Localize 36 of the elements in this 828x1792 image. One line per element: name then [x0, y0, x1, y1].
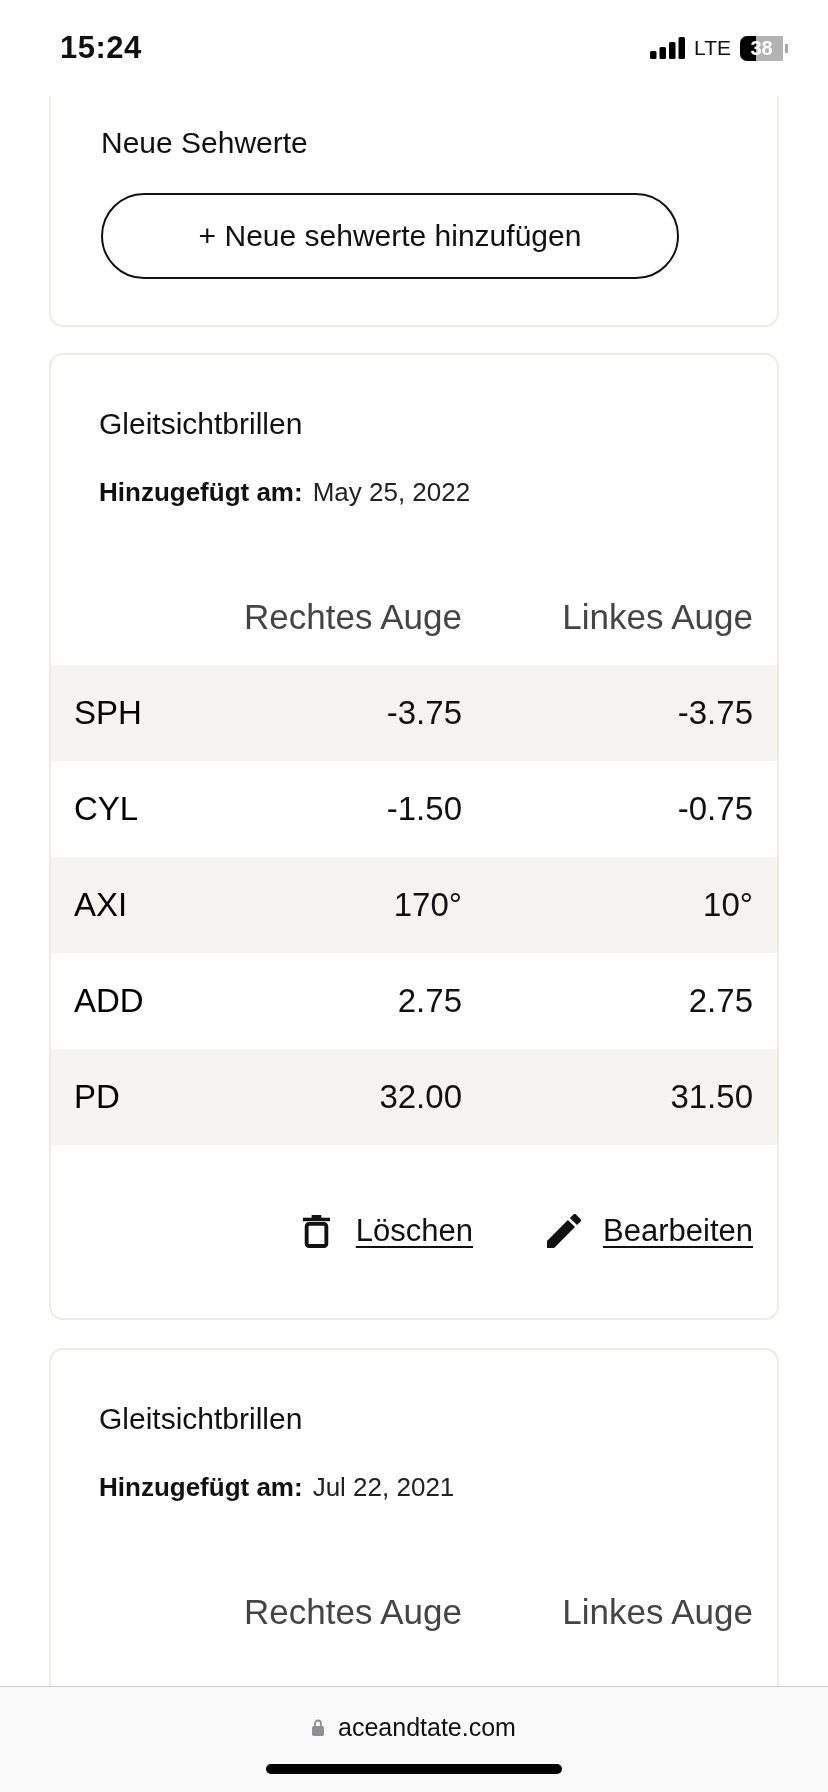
row-label: AXI	[74, 886, 129, 924]
added-label: Hinzugefügt am:	[99, 1471, 303, 1504]
pencil-icon	[547, 1214, 582, 1248]
row-label: SPH	[74, 694, 143, 732]
status-time: 15:24	[60, 30, 142, 66]
table-cell-text: 2.75	[687, 982, 753, 1020]
prescription-title: Gleitsichtbrillen	[99, 1401, 304, 1437]
added-date: Jul 22, 2021	[312, 1471, 455, 1504]
added-label: Hinzugefügt am:	[99, 476, 303, 509]
table-cell-text: 170°	[392, 886, 462, 924]
column-header: Linkes Auge	[561, 597, 753, 637]
column-header: Rechtes Auge	[243, 597, 462, 637]
column-header: Linkes Auge	[561, 1592, 753, 1632]
edit-button[interactable]: Bearbeiten	[547, 1213, 753, 1249]
table-cell-text: 2.75	[396, 982, 462, 1020]
table-cell-text: 32.00	[378, 1078, 462, 1116]
added-date: May 25, 2022	[312, 476, 471, 509]
column-header: Rechtes Auge	[243, 1592, 462, 1632]
row-label: CYL	[74, 790, 140, 828]
row-label: ADD	[74, 982, 145, 1020]
network-label: LTE	[694, 36, 731, 60]
lock-icon	[312, 1718, 325, 1736]
prescription-title: Gleitsichtbrillen	[99, 406, 304, 442]
row-label: PD	[74, 1078, 121, 1116]
table-cell-text: -1.50	[385, 790, 462, 828]
table-cell-text: 10°	[702, 886, 753, 924]
trash-icon	[302, 1214, 330, 1248]
table-cell-text: -3.75	[385, 694, 462, 732]
section-title: Neue Sehwerte	[101, 125, 309, 161]
delete-button[interactable]: Löschen	[302, 1213, 474, 1249]
signal-icon	[650, 37, 686, 59]
table-cell-text: 31.50	[669, 1078, 753, 1116]
table-cell-text: -3.75	[676, 694, 753, 732]
table-cell-text: -0.75	[676, 790, 753, 828]
address-url[interactable]: aceandtate.com	[338, 1712, 516, 1742]
add-prescription-button[interactable]: + Neue sehwerte hinzufügen	[101, 193, 679, 279]
